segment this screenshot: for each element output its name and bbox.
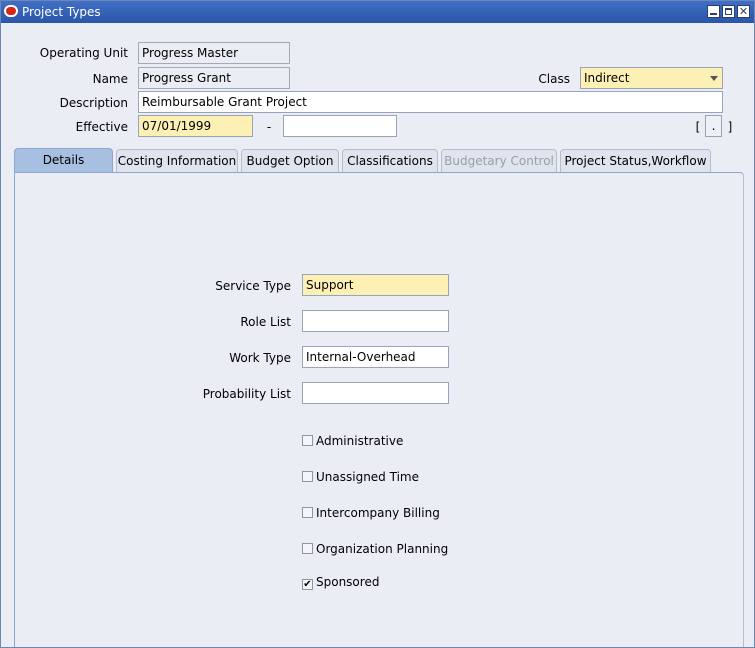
probability-list-field[interactable]	[302, 382, 449, 404]
checkbox-label: Unassigned Time	[316, 470, 419, 484]
description-label: Description	[59, 96, 128, 110]
class-select[interactable]: Indirect	[580, 67, 723, 89]
work-type-field[interactable]: Internal-Overhead	[302, 346, 449, 368]
close-button[interactable]: ✕	[737, 5, 750, 18]
window-title: Project Types	[22, 5, 101, 19]
organization-planning-checkbox[interactable]: Organization Planning	[302, 541, 448, 557]
oracle-logo-icon	[4, 5, 18, 17]
description-field[interactable]: Reimbursable Grant Project	[138, 91, 723, 113]
chevron-down-icon[interactable]	[710, 76, 718, 81]
probability-list-label: Probability List	[202, 387, 291, 401]
service-type-field[interactable]: Support	[302, 274, 449, 296]
close-icon: ✕	[738, 5, 749, 18]
tab-costing-information[interactable]: Costing Information	[116, 149, 238, 173]
operating-unit-label: Operating Unit	[39, 46, 128, 60]
project-types-window: Project Types ✕ Operating Unit Progress …	[0, 0, 755, 648]
checkbox-label: Organization Planning	[316, 542, 449, 556]
minimize-icon	[710, 13, 717, 15]
tab-budget-option[interactable]: Budget Option	[241, 149, 339, 173]
dff-close-bracket: ]	[727, 120, 733, 134]
administrative-checkbox[interactable]: Administrative	[302, 433, 403, 449]
work-type-label: Work Type	[229, 351, 291, 365]
effective-label: Effective	[75, 120, 128, 134]
tab-project-status-workflow[interactable]: Project Status,Workflow	[560, 149, 711, 173]
checkbox-box[interactable]	[302, 435, 313, 446]
class-select-value: Indirect	[584, 71, 630, 85]
role-list-field[interactable]	[302, 310, 449, 332]
title-bar[interactable]: Project Types ✕	[1, 1, 754, 23]
sponsored-checkbox[interactable]: ✔ Sponsored	[302, 574, 379, 590]
role-list-label: Role List	[240, 315, 291, 329]
unassigned-time-checkbox[interactable]: Unassigned Time	[302, 469, 419, 485]
operating-unit-field[interactable]: Progress Master	[138, 42, 290, 64]
checkbox-box[interactable]	[302, 471, 313, 482]
dff-open-bracket: [	[695, 120, 701, 134]
tab-details[interactable]: Details	[14, 148, 113, 173]
checkmark-icon[interactable]: ✔	[302, 579, 313, 590]
tab-classifications[interactable]: Classifications	[342, 149, 438, 173]
checkbox-label: Sponsored	[316, 575, 380, 589]
date-range-separator: -	[266, 120, 272, 134]
checkbox-box[interactable]	[302, 543, 313, 554]
checkbox-label: Administrative	[316, 434, 404, 448]
service-type-label: Service Type	[215, 279, 291, 293]
checkbox-box[interactable]	[302, 507, 313, 518]
name-label: Name	[92, 72, 128, 86]
descriptive-flexfield[interactable]: .	[705, 115, 722, 137]
maximize-icon	[725, 8, 732, 15]
name-field[interactable]: Progress Grant	[138, 67, 290, 89]
effective-to-field[interactable]	[283, 115, 397, 137]
effective-from-field[interactable]: 07/01/1999	[138, 115, 253, 137]
intercompany-billing-checkbox[interactable]: Intercompany Billing	[302, 505, 440, 521]
class-label: Class	[538, 72, 570, 86]
tab-budgetary-control: Budgetary Control	[441, 149, 557, 173]
minimize-button[interactable]	[707, 5, 720, 18]
maximize-button[interactable]	[722, 5, 735, 18]
checkbox-label: Intercompany Billing	[316, 506, 440, 520]
